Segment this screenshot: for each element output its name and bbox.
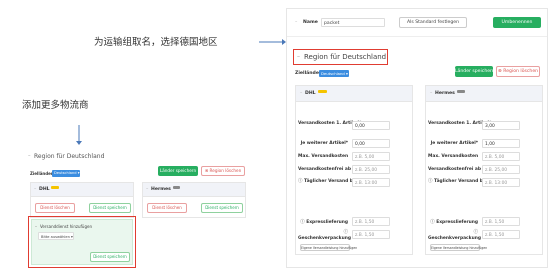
- field-label: Versandkostenfrei ab: [298, 167, 351, 172]
- collapse-icon[interactable]: –: [34, 187, 36, 192]
- arrow-right-icon: [259, 39, 286, 45]
- hermes-logo-icon: [173, 186, 180, 189]
- delete-region-button[interactable]: ⊗ Region löschen: [496, 66, 540, 77]
- info-icon: ⓘ: [428, 179, 433, 184]
- save-service-button[interactable]: Dienst speichern: [89, 203, 131, 213]
- carrier-card-hermes: – Hermes Versandkosten 1. Artikel* 3,00 …: [425, 85, 543, 255]
- info-icon: ⓘ: [430, 220, 435, 225]
- first-item-cost-input[interactable]: 0,00: [352, 121, 390, 130]
- max-cost-input[interactable]: z.B. 5,00: [352, 152, 390, 161]
- express-label: ⓘ Expresslieferung: [300, 220, 348, 225]
- first-item-cost-input[interactable]: 3,00: [482, 121, 520, 130]
- region-panel-small: – Region für Deutschland Zielländer Deut…: [28, 150, 246, 268]
- gift-input[interactable]: z.B. 1,50: [352, 230, 390, 239]
- express-label: ⓘ Expresslieferung: [430, 220, 478, 225]
- set-default-button[interactable]: Als Standard festlegen: [399, 17, 467, 28]
- gift-label: ⓘ Geschenkverpackung: [428, 230, 481, 241]
- save-countries-button[interactable]: Länder speichern: [455, 66, 495, 77]
- name-bar: – Name packet Als Standard festlegen Umb…: [287, 9, 547, 37]
- collapse-icon[interactable]: –: [430, 91, 432, 96]
- free-shipping-input[interactable]: z.B. 25,00: [482, 165, 520, 174]
- express-input[interactable]: z.B. 1,50: [352, 217, 390, 226]
- carrier-name: DHL: [39, 187, 50, 192]
- gift-label: ⓘ Geschenkverpackung: [298, 230, 351, 241]
- field-label: Max. Versandkosten: [428, 154, 479, 159]
- add-own-service-button[interactable]: Eigene Versandleistung hinzufügen: [430, 244, 487, 251]
- carrier-name: DHL: [305, 91, 316, 96]
- annotation-name-region: 为运输组取名，选择德国地区: [94, 37, 218, 48]
- zielländer-label: Zielländer: [30, 171, 53, 176]
- collapse-icon[interactable]: –: [35, 224, 37, 229]
- name-label: Name: [303, 20, 318, 25]
- info-icon: ⓘ: [300, 220, 305, 225]
- delete-service-button[interactable]: Dienst löschen: [147, 203, 187, 213]
- carrier-card-hermes-small: – Hermes Dienst löschen Dienst speichern: [142, 182, 246, 218]
- region-title: Region für Deutschland: [34, 153, 105, 160]
- carrier-header: – Hermes: [426, 86, 542, 102]
- daily-dispatch-input[interactable]: z.B. 13:00: [352, 178, 390, 187]
- collapse-icon[interactable]: –: [297, 53, 300, 60]
- country-select[interactable]: Deutschland ▾: [52, 170, 80, 177]
- name-input[interactable]: packet: [321, 18, 385, 27]
- free-shipping-input[interactable]: z.B. 25,00: [352, 165, 390, 174]
- zielländer-label: Zielländer: [295, 71, 322, 76]
- additional-item-cost-input[interactable]: 0,00: [352, 139, 390, 148]
- field-label: Versandkosten 1. Artikel*: [298, 121, 362, 126]
- collapse-icon[interactable]: –: [146, 187, 148, 192]
- add-carrier-highlight: – Versanddienst hinzufügen Bitte auswähl…: [28, 216, 136, 268]
- info-icon: ⓘ: [343, 230, 348, 235]
- additional-item-cost-input[interactable]: 1,00: [482, 139, 520, 148]
- carrier-name: Hermes: [435, 91, 455, 96]
- express-input[interactable]: z.B. 1,50: [482, 217, 520, 226]
- delete-service-button[interactable]: Dienst löschen: [35, 203, 75, 213]
- daily-dispatch-input[interactable]: z.B. 13:00: [482, 178, 520, 187]
- annotation-add-carriers: 添加更多物流商: [22, 100, 89, 111]
- carrier-name: Hermes: [151, 187, 171, 192]
- carrier-card-dhl-small: – DHL Dienst löschen Dienst speichern: [30, 182, 134, 218]
- field-label: Versandkostenfrei ab: [428, 167, 481, 172]
- dhl-logo-icon: [51, 186, 59, 189]
- save-service-button[interactable]: Dienst speichern: [201, 203, 243, 213]
- field-label: Versandkosten 1. Artikel*: [428, 121, 492, 126]
- hermes-logo-icon: [457, 90, 465, 93]
- collapse-icon[interactable]: –: [300, 91, 302, 96]
- shipping-group-panel: – Name packet Als Standard festlegen Umb…: [286, 8, 548, 268]
- rename-button[interactable]: Umbenennen: [493, 17, 541, 28]
- field-label: ⓘ Täglicher Versand bis: [428, 179, 488, 184]
- collapse-icon[interactable]: –: [295, 20, 297, 25]
- field-label: Max. Versandkosten: [298, 154, 349, 159]
- field-label: Je weiterer Artikel*: [430, 141, 478, 146]
- info-icon: ⓘ: [473, 230, 478, 235]
- arrow-down-icon: [76, 125, 82, 145]
- field-label: ⓘ Täglicher Versand bis: [298, 179, 358, 184]
- add-carrier-title: Versanddienst hinzufügen: [40, 224, 93, 229]
- gift-input[interactable]: z.B. 1,50: [482, 230, 520, 239]
- region-title-highlight: – Region für Deutschland: [293, 49, 388, 65]
- country-select[interactable]: Deutschland ▾: [319, 70, 349, 77]
- carrier-card-dhl: – DHL Versandkosten 1. Artikel* 0,00 Je …: [295, 85, 413, 255]
- info-icon: ⓘ: [298, 179, 303, 184]
- save-service-button[interactable]: Dienst speichern: [90, 252, 130, 262]
- max-cost-input[interactable]: z.B. 5,00: [482, 152, 520, 161]
- carrier-header: – DHL: [296, 86, 412, 102]
- carrier-select[interactable]: Bitte auswählen ▾: [38, 232, 74, 240]
- field-label: Je weiterer Artikel*: [300, 141, 348, 146]
- delete-region-button[interactable]: ⊗ Region löschen: [201, 166, 245, 176]
- add-own-service-button[interactable]: Eigene Versandleistung hinzufügen: [300, 244, 357, 251]
- add-carrier-card: – Versanddienst hinzufügen Bitte auswähl…: [31, 219, 133, 265]
- collapse-icon[interactable]: –: [28, 153, 31, 159]
- dhl-logo-icon: [318, 90, 327, 93]
- save-countries-button[interactable]: Länder speichern: [158, 166, 198, 176]
- region-title: Region für Deutschland: [304, 53, 387, 61]
